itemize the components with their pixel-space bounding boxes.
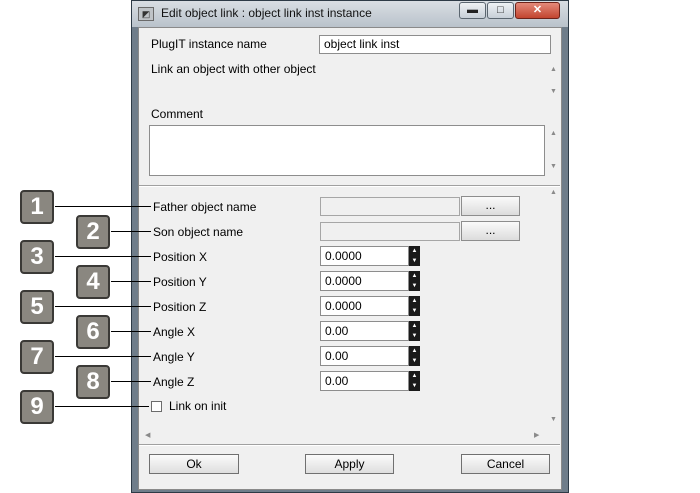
callout-badge: 9 — [20, 390, 54, 424]
maximize-button[interactable]: □ — [487, 2, 514, 19]
callout-leader-line — [55, 306, 151, 307]
father-object-label: Father object name — [153, 200, 257, 214]
spin-up-icon[interactable]: ▲ — [409, 321, 420, 331]
angle-z-stepper[interactable]: ▲ ▼ — [409, 371, 420, 391]
ok-button[interactable]: Ok — [149, 454, 239, 474]
section-divider — [139, 185, 560, 187]
callout-badge: 8 — [76, 365, 110, 399]
comment-scroll-down-icon[interactable]: ▼ — [550, 163, 557, 171]
buttons-divider — [139, 444, 560, 446]
angle-y-stepper[interactable]: ▲ ▼ — [409, 346, 420, 366]
angle-y-label: Angle Y — [153, 350, 195, 364]
params-scroll-left-icon[interactable]: ◀ — [145, 432, 150, 440]
callout-badge: 7 — [20, 340, 54, 374]
apply-button[interactable]: Apply — [305, 454, 394, 474]
position-y-stepper[interactable]: ▲ ▼ — [409, 271, 420, 291]
params-scroll-up-icon[interactable]: ▲ — [550, 189, 557, 197]
son-object-label: Son object name — [153, 225, 244, 239]
angle-z-input[interactable]: 0.00 — [320, 371, 409, 391]
angle-y-input[interactable]: 0.00 — [320, 346, 409, 366]
callout-leader-line — [55, 256, 151, 257]
params-scroll-down-icon[interactable]: ▼ — [550, 416, 557, 424]
callout-leader-line — [111, 231, 151, 232]
spin-up-icon[interactable]: ▲ — [409, 346, 420, 356]
position-y-input[interactable]: 0.0000 — [320, 271, 409, 291]
spin-down-icon[interactable]: ▼ — [409, 306, 420, 316]
spin-up-icon[interactable]: ▲ — [409, 371, 420, 381]
callout-leader-line — [55, 356, 151, 357]
description-text: Link an object with other object — [151, 62, 316, 76]
father-object-field[interactable] — [320, 197, 460, 216]
spin-down-icon[interactable]: ▼ — [409, 281, 420, 291]
callout-badge: 3 — [20, 240, 54, 274]
position-x-label: Position X — [153, 250, 208, 264]
spin-down-icon[interactable]: ▼ — [409, 356, 420, 366]
position-y-label: Position Y — [153, 275, 207, 289]
angle-x-stepper[interactable]: ▲ ▼ — [409, 321, 420, 341]
callout-badge: 6 — [76, 315, 110, 349]
callout-badge: 4 — [76, 265, 110, 299]
comment-textarea[interactable] — [149, 125, 545, 176]
son-browse-button[interactable]: ... — [461, 221, 520, 241]
close-icon: ✕ — [532, 4, 543, 16]
spin-up-icon[interactable]: ▲ — [409, 296, 420, 306]
window-title: Edit object link : object link inst inst… — [161, 6, 372, 20]
spin-up-icon[interactable]: ▲ — [409, 246, 420, 256]
link-on-init-label: Link on init — [169, 399, 227, 413]
maximize-icon: □ — [497, 4, 504, 16]
instance-name-input[interactable]: object link inst — [319, 35, 551, 54]
callout-leader-line — [55, 406, 149, 407]
comment-scroll-up-icon[interactable]: ▲ — [550, 130, 557, 138]
position-z-stepper[interactable]: ▲ ▼ — [409, 296, 420, 316]
callout-badge: 2 — [76, 215, 110, 249]
position-z-input[interactable]: 0.0000 — [320, 296, 409, 316]
spin-down-icon[interactable]: ▼ — [409, 256, 420, 266]
minimize-button[interactable]: ▬ — [459, 2, 486, 19]
father-browse-button[interactable]: ... — [461, 196, 520, 216]
description-scroll-up-icon[interactable]: ▲ — [550, 66, 557, 74]
spin-up-icon[interactable]: ▲ — [409, 271, 420, 281]
params-scroll-right-icon[interactable]: ▶ — [534, 432, 539, 440]
cancel-button[interactable]: Cancel — [461, 454, 550, 474]
son-object-field[interactable] — [320, 222, 460, 241]
description-scroll-down-icon[interactable]: ▼ — [550, 88, 557, 96]
angle-x-input[interactable]: 0.00 — [320, 321, 409, 341]
callout-leader-line — [111, 281, 151, 282]
spin-down-icon[interactable]: ▼ — [409, 331, 420, 341]
angle-z-label: Angle Z — [153, 375, 195, 389]
minimize-icon: ▬ — [467, 4, 478, 16]
instance-name-label: PlugIT instance name — [151, 37, 267, 51]
close-button[interactable]: ✕ — [515, 2, 560, 19]
callout-badge: 5 — [20, 290, 54, 324]
callout-leader-line — [55, 206, 151, 207]
app-icon: ◩ — [138, 7, 154, 21]
callout-leader-line — [111, 331, 151, 332]
link-on-init-checkbox[interactable] — [151, 401, 162, 412]
position-x-input[interactable]: 0.0000 — [320, 246, 409, 266]
callout-leader-line — [111, 381, 151, 382]
callout-badge: 1 — [20, 190, 54, 224]
spin-down-icon[interactable]: ▼ — [409, 381, 420, 391]
position-z-label: Position Z — [153, 300, 207, 314]
position-x-stepper[interactable]: ▲ ▼ — [409, 246, 420, 266]
comment-label: Comment — [151, 107, 204, 121]
angle-x-label: Angle X — [153, 325, 196, 339]
